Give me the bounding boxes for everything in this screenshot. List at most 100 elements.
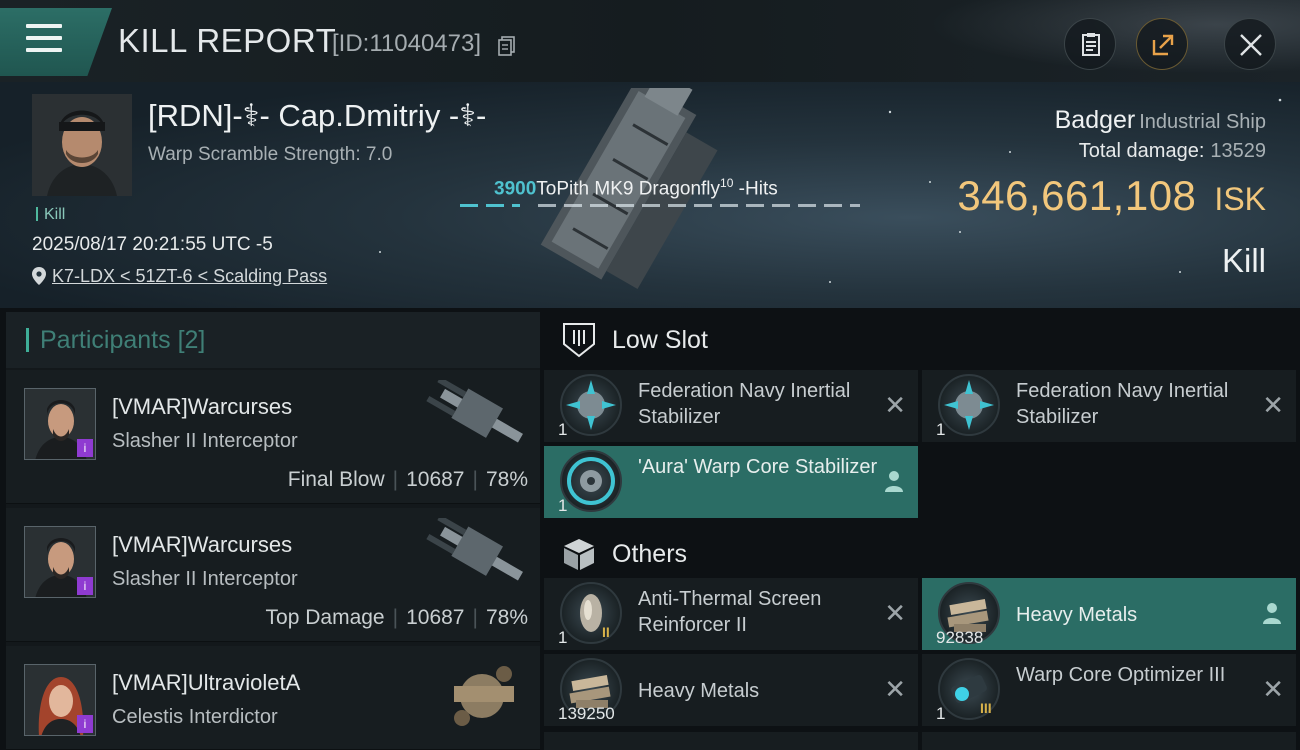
module-quantity: 1 — [936, 704, 946, 723]
person-icon — [885, 471, 903, 492]
participant-ship-image — [426, 380, 523, 443]
report-id: [ID:11040473] — [332, 30, 482, 57]
total-damage-value: 13529 — [1210, 140, 1266, 162]
module-name: 'Aura' Warp Core Stabilizer — [638, 456, 878, 478]
menu-button[interactable] — [0, 8, 112, 76]
isk-value: 346,661,108 ISK — [957, 172, 1266, 220]
top-bar: KILL REPORT [ID:11040473] — [0, 0, 1300, 82]
participant-portrait[interactable]: i — [24, 388, 96, 460]
ship-class: Industrial Ship — [1139, 111, 1266, 133]
ship-name: Badger — [1054, 106, 1136, 134]
kill-datetime: 2025/08/17 20:21:55 UTC -5 — [32, 234, 273, 255]
tech-level-badge: II — [602, 624, 610, 640]
others-title: Others — [612, 540, 688, 568]
total-damage: Total damage: 13529 — [1079, 140, 1266, 163]
module-quantity: 1 — [558, 496, 568, 515]
module-quantity: 1 — [558, 420, 568, 439]
top-hits-summary: 3900ToPith MK9 Dragonfly10 -Hits — [494, 176, 778, 200]
module-name: Anti-Thermal Screen Reinforcer II — [638, 588, 822, 636]
section-low-slot: Low Slot — [544, 312, 1300, 368]
close-button[interactable] — [1224, 18, 1276, 70]
notes-button[interactable] — [1064, 18, 1116, 70]
module-name: Federation Navy Inertial Stabilizer — [638, 380, 851, 428]
victim-portrait[interactable] — [32, 94, 132, 196]
stat-separator: | — [472, 468, 478, 491]
stat-label: Final Blow — [287, 468, 385, 491]
location-pin-icon — [32, 267, 46, 285]
warp-scramble-strength: Warp Scramble Strength: 7.0 — [148, 144, 393, 165]
stat-separator: | — [472, 606, 478, 629]
participant-portrait[interactable]: i — [24, 664, 96, 736]
participant-ship: Celestis Interdictor — [112, 706, 278, 728]
hits-weapon: ToPith MK9 Dragonfly — [536, 178, 721, 200]
participant-badge: i — [77, 439, 93, 457]
module-item[interactable]: 1 II Anti-Thermal Screen Reinforcer II ✕ — [544, 578, 918, 650]
participants-panel: Participants [2] i [VMAR]Warcurses Slash… — [6, 312, 540, 750]
module-item[interactable]: 1 Federation Navy Inertial Stabilizer ✕ — [922, 370, 1296, 442]
participant-stats: Final Blow | 10687 | 78% — [288, 468, 528, 492]
stat-damage: 10687 — [406, 606, 465, 629]
participant-name: [VMAR]Warcurses — [112, 532, 293, 557]
victim-header: [RDN]-⚕- Cap.Dmitriy -⚕- Warp Scramble S… — [0, 82, 1300, 308]
kill-tag: Kill — [36, 206, 65, 224]
module-name: Heavy Metals — [638, 680, 760, 702]
location-link[interactable]: K7-LDX < 51ZT-6 < Scalding Pass — [52, 266, 327, 286]
participant-row[interactable]: i [VMAR]Warcurses Slasher II Interceptor… — [6, 370, 540, 504]
module-name: Warp Core Optimizer III — [1016, 664, 1226, 686]
module-item-partial[interactable] — [544, 732, 918, 750]
module-name: Federation Navy Inertial Stabilizer — [1016, 380, 1229, 428]
module-quantity: 92838 — [936, 628, 984, 647]
victim-ship[interactable]: Badger Industrial Ship — [1055, 106, 1266, 135]
destroyed-icon: ✕ — [1262, 674, 1284, 704]
cargo-box-icon — [564, 539, 594, 570]
page-title: KILL REPORT — [118, 22, 337, 59]
isk-amount: 346,661,108 — [957, 172, 1197, 219]
low-slot-icon — [563, 323, 595, 358]
participant-name: [VMAR]UltravioletA — [112, 670, 301, 695]
module-quantity: 139250 — [558, 704, 615, 723]
destroyed-icon: ✕ — [884, 390, 906, 420]
warp-core-stabilizer-icon — [560, 450, 622, 512]
kill-location[interactable]: K7-LDX < 51ZT-6 < Scalding Pass — [32, 266, 327, 287]
copy-icon[interactable] — [498, 36, 516, 56]
isk-unit: ISK — [1214, 181, 1266, 217]
screen-reinforcer-icon — [560, 582, 622, 644]
inertial-stabilizer-icon — [938, 374, 1000, 436]
share-icon — [1152, 34, 1174, 56]
destroyed-icon: ✕ — [1262, 390, 1284, 420]
hamburger-icon — [26, 24, 62, 54]
participant-badge: i — [77, 715, 93, 733]
fitting-panel: Low Slot 1 Federation Navy Inertial Stab… — [544, 312, 1300, 750]
module-item[interactable]: 92838 Heavy Metals — [922, 578, 1296, 650]
victim-pilot-name[interactable]: [RDN]-⚕- Cap.Dmitriy -⚕- — [148, 98, 486, 134]
participant-row[interactable]: i [VMAR]UltravioletA Celestis Interdicto… — [6, 646, 540, 750]
share-button[interactable] — [1136, 18, 1188, 70]
participant-portrait[interactable]: i — [24, 526, 96, 598]
destroyed-icon: ✕ — [884, 674, 906, 704]
tech-level-badge: III — [980, 700, 992, 716]
header-accent-bar — [26, 328, 29, 352]
module-item[interactable]: 139250 Heavy Metals ✕ — [544, 654, 918, 726]
module-quantity: 1 — [558, 628, 568, 647]
module-item[interactable]: 1 'Aura' Warp Core Stabilizer — [544, 446, 918, 518]
participant-badge: i — [77, 577, 93, 595]
participant-row[interactable]: i [VMAR]Warcurses Slasher II Interceptor… — [6, 508, 540, 642]
participant-stats: Top Damage | 10687 | 78% — [266, 606, 528, 630]
participant-ship: Slasher II Interceptor — [112, 430, 298, 452]
stat-percent: 78% — [485, 468, 528, 491]
participant-ship-image — [454, 666, 514, 726]
total-damage-label: Total damage: — [1078, 140, 1205, 162]
stat-separator: | — [392, 606, 399, 629]
inertial-stabilizer-icon — [560, 374, 622, 436]
participants-title-text: Participants — [40, 326, 171, 354]
close-icon — [1240, 34, 1262, 56]
module-item[interactable]: 1 III Warp Core Optimizer III ✕ — [922, 654, 1296, 726]
hits-number: 3900 — [494, 178, 537, 200]
low-slot-title: Low Slot — [612, 326, 708, 354]
section-others: Others — [544, 526, 1300, 582]
module-item[interactable]: 1 Federation Navy Inertial Stabilizer ✕ — [544, 370, 918, 442]
stat-damage: 10687 — [406, 468, 465, 491]
module-item-partial[interactable] — [922, 732, 1296, 750]
participants-count: [2] — [177, 326, 206, 354]
stat-label: Top Damage — [265, 606, 385, 629]
